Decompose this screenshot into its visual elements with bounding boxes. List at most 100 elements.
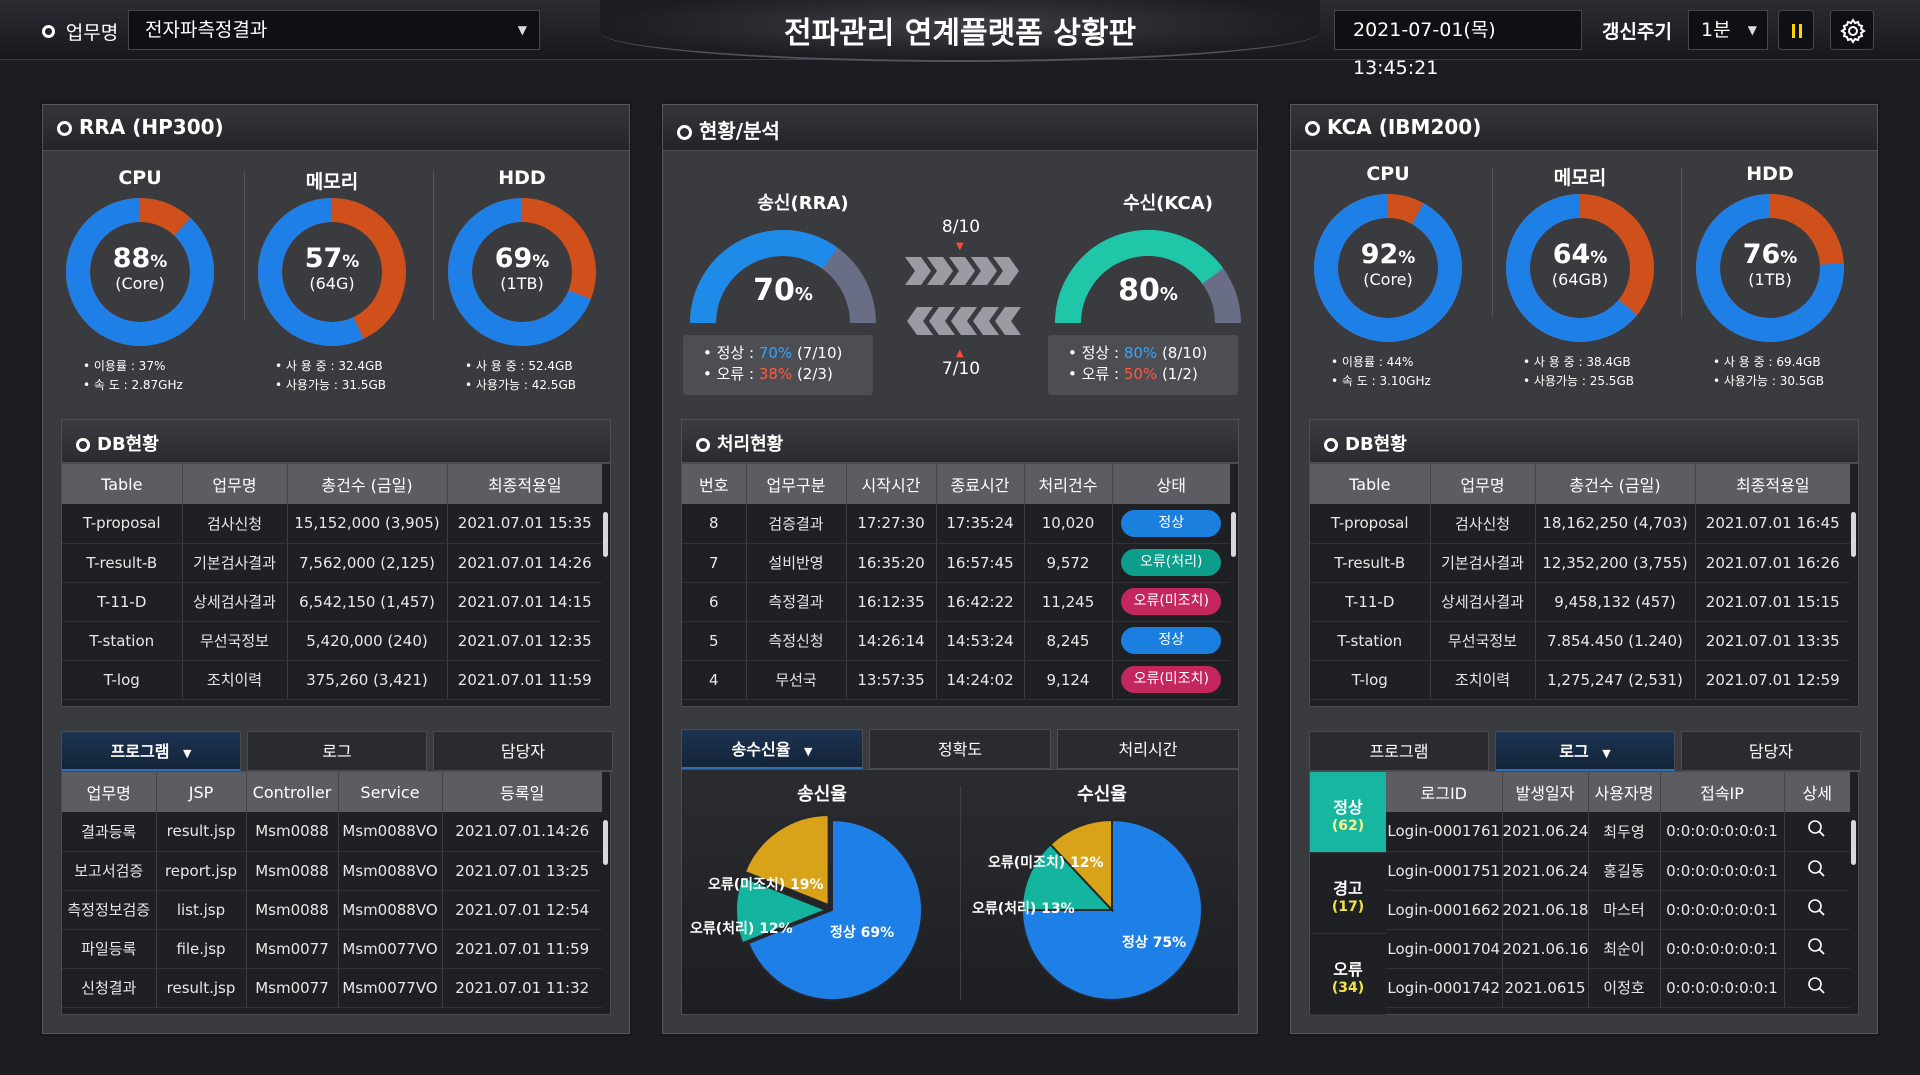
table-cell: Msm0077 xyxy=(245,929,338,969)
table-row[interactable]: Login-0001662 2021.06.18 마스터 0:0:0:0:0:0:0:… xyxy=(1386,890,1850,930)
status-badge: 정상 xyxy=(1121,509,1222,537)
table-row[interactable]: Login-0001704 2021.06.16 최순이 0:0:0:0:0:0:0:… xyxy=(1386,929,1850,969)
table-cell: 0:0:0:0:0:0:0:1 xyxy=(1659,929,1784,969)
table-row[interactable]: 신청결과 result.jsp Msm0077 Msm0077VO 2021.07.01… xyxy=(62,968,602,1008)
donut-percent: 76% xyxy=(1742,239,1798,270)
scrollbar[interactable] xyxy=(1231,512,1236,557)
tab-정확도[interactable]: 정확도 xyxy=(869,729,1051,769)
settings-button[interactable] xyxy=(1830,10,1874,50)
table-cell: 2021.0615 xyxy=(1501,968,1588,1008)
table-row[interactable]: Login-0001761 2021.06.24 최두영 0:0:0:0:0:0:0:… xyxy=(1386,812,1850,852)
table-cell: 14:26:14 xyxy=(845,621,936,661)
table-row[interactable]: 7 설비반영 16:35:20 16:57:45 9,572 오류(처리) xyxy=(682,543,1230,583)
table-cell: 홍길동 xyxy=(1587,851,1660,891)
table-row[interactable]: Login-0001742 2021.0615 이정호 0:0:0:0:0:0:0:1 xyxy=(1386,968,1850,1008)
detail-cell[interactable] xyxy=(1783,851,1850,891)
table-row[interactable]: 파일등록 file.jsp Msm0077 Msm0077VO 2021.07.01 1… xyxy=(62,929,602,969)
tab-프로그램[interactable]: 프로그램 ▼ xyxy=(61,731,241,771)
rra-db-table-wrap: Table 업무명 총건수 (금일) 최종적용일 T-proposal 검사신청 15,15… xyxy=(61,463,611,707)
table-row[interactable]: T-station 무선국정보 5,420,000 (240) 2021.07.01 … xyxy=(62,621,602,661)
table-cell: 2021.07.01 13:25 xyxy=(441,851,602,891)
table-row[interactable]: T-11-D 상세검사결과 9,458,132 (457) 2021.07.01 15… xyxy=(1310,582,1850,622)
refresh-select[interactable]: 1분 ▼ xyxy=(1688,10,1768,50)
scrollbar[interactable] xyxy=(1851,820,1856,865)
table-cell: 오류(미조치) xyxy=(1111,660,1230,700)
table-row[interactable]: T-station 무선국정보 7.854.450 (1.240) 2021.07.0… xyxy=(1310,621,1850,661)
table-row[interactable]: 측정정보검증 list.jsp Msm0088 Msm0088VO 2021.07.01… xyxy=(62,890,602,930)
table-cell: Msm0088VO xyxy=(337,812,442,852)
table-row[interactable]: T-log 조치이력 375,260 (3,421) 2021.07.01 11:59 xyxy=(62,660,602,700)
detail-cell[interactable] xyxy=(1783,812,1850,852)
table-cell: 1,275,247 (2,531) xyxy=(1534,660,1695,700)
pause-button[interactable] xyxy=(1778,10,1814,50)
table-cell: Msm0088 xyxy=(245,890,338,930)
log-status-경고[interactable]: 경고 (17) xyxy=(1310,853,1386,934)
tab-로그[interactable]: 로그 xyxy=(247,731,427,771)
task-label-group: 업무명 xyxy=(42,18,118,45)
table-row[interactable]: T-11-D 상세검사결과 6,542,150 (1,457) 2021.07.01 … xyxy=(62,582,602,622)
tab-프로그램[interactable]: 프로그램 xyxy=(1309,731,1489,771)
table-row[interactable]: T-log 조치이력 1,275,247 (2,531) 2021.07.01 12:… xyxy=(1310,660,1850,700)
rra-program-table: 업무명 JSP Controller Service 등록일 결과등록 result.jsp… xyxy=(62,772,602,1008)
log-status-label: 정상 xyxy=(1333,798,1363,817)
table-row[interactable]: 8 검증결과 17:27:30 17:35:24 10,020 정상 xyxy=(682,504,1230,544)
table-row[interactable]: 5 측정신청 14:26:14 14:53:24 8,245 정상 xyxy=(682,621,1230,661)
table-row[interactable]: T-proposal 검사신청 15,152,000 (3,905) 2021.07.… xyxy=(62,504,602,544)
scrollbar[interactable] xyxy=(603,512,608,557)
tab-담당자[interactable]: 담당자 xyxy=(433,731,613,771)
table-cell: 0:0:0:0:0:0:0:1 xyxy=(1659,968,1784,1008)
table-row[interactable]: 6 측정결과 16:12:35 16:42:22 11,245 오류(미조치) xyxy=(682,582,1230,622)
arrow-up-marker-icon: ▲ xyxy=(956,348,964,359)
donut-percent: 92% xyxy=(1360,239,1416,270)
column-header: 접속IP xyxy=(1659,772,1784,812)
column-header: 등록일 xyxy=(441,772,602,812)
rra-metric-stats: • 사 용 중 : 32.4GB • 사용가능 : 31.5GB xyxy=(275,357,386,395)
scrollbar[interactable] xyxy=(603,820,608,865)
tab-담당자[interactable]: 담당자 xyxy=(1681,731,1861,771)
table-cell: 2021.07.01 14:26 xyxy=(446,543,602,583)
task-select[interactable]: 전자파측정결과 ▼ xyxy=(128,10,540,50)
table-cell: 17:27:30 xyxy=(845,504,936,544)
rra-metric-label: 메모리 xyxy=(305,171,359,193)
table-cell: 17:35:24 xyxy=(935,504,1024,544)
tab-label: 담당자 xyxy=(500,742,546,761)
table-cell: 7,562,000 (2,125) xyxy=(286,543,447,583)
table-cell: 0:0:0:0:0:0:0:1 xyxy=(1659,812,1784,852)
stat-line: • 속 도 : 2.87GHz xyxy=(83,378,183,392)
pie-data-label: 오류(처리) 12% xyxy=(690,921,793,937)
tab-로그[interactable]: 로그 ▼ xyxy=(1495,731,1675,771)
table-row[interactable]: 결과등록 result.jsp Msm0088 Msm0088VO 2021.07.01… xyxy=(62,812,602,852)
column-header: 최종적용일 xyxy=(446,464,602,504)
table-row[interactable]: T-proposal 검사신청 18,162,250 (4,703) 2021.07.… xyxy=(1310,504,1850,544)
datetime-display: 2021-07-01(목) 13:45:21 xyxy=(1334,10,1582,79)
tab-처리시간[interactable]: 처리시간 xyxy=(1057,729,1239,769)
scrollbar[interactable] xyxy=(1851,512,1856,557)
table-cell: Msm0088 xyxy=(245,851,338,891)
column-header: 업무명 xyxy=(181,464,287,504)
table-row[interactable]: Login-0001751 2021.06.24 홍길동 0:0:0:0:0:0:0:… xyxy=(1386,851,1850,891)
table-row[interactable]: 4 무선국 13:57:35 14:24:02 9,124 오류(미조치) xyxy=(682,660,1230,700)
tab-label: 송수신율 xyxy=(731,740,791,759)
table-cell: T-result-B xyxy=(1310,543,1430,583)
divider xyxy=(244,171,245,321)
search-icon xyxy=(1808,859,1825,877)
tab-label: 담당자 xyxy=(1748,742,1794,761)
receive-gauge-value: 80% xyxy=(1118,273,1178,308)
table-cell: 파일등록 xyxy=(62,929,156,969)
table-cell: 16:57:45 xyxy=(935,543,1024,583)
pause-icon xyxy=(1792,24,1802,38)
log-status-오류[interactable]: 오류 (34) xyxy=(1310,934,1386,1015)
detail-cell[interactable] xyxy=(1783,929,1850,969)
table-row[interactable]: 보고서검증 report.jsp Msm0088 Msm0088VO 2021.07.0… xyxy=(62,851,602,891)
table-cell: Msm0088VO xyxy=(337,890,442,930)
tab-송수신율[interactable]: 송수신율 ▼ xyxy=(681,729,863,769)
table-row[interactable]: T-result-B 기본검사결과 12,352,200 (3,755) 2021.0… xyxy=(1310,543,1850,583)
table-cell: Msm0088 xyxy=(245,812,338,852)
log-status-정상[interactable]: 정상 (62) xyxy=(1310,772,1386,853)
detail-cell[interactable] xyxy=(1783,968,1850,1008)
table-cell: 신청결과 xyxy=(62,968,156,1008)
detail-cell[interactable] xyxy=(1783,890,1850,930)
column-header: 업무명 xyxy=(1429,464,1535,504)
table-row[interactable]: T-result-B 기본검사결과 7,562,000 (2,125) 2021.07… xyxy=(62,543,602,583)
process-table: 번호 업무구분 시작시간 종료시간 처리건수 상태 8 검증결과 17:27:30 17:35:2… xyxy=(682,464,1230,700)
